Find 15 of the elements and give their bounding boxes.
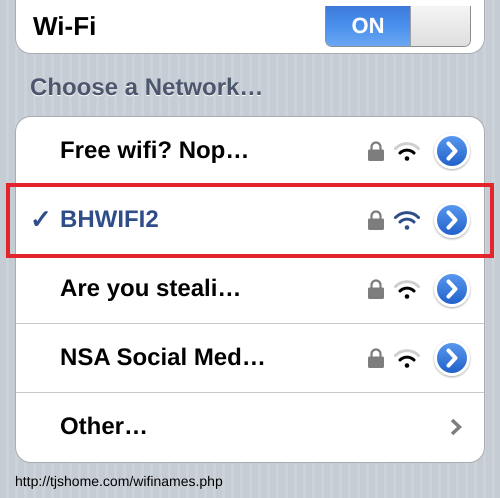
wifi-label: Wi-Fi (33, 10, 96, 43)
network-name: Free wifi? Nop… (60, 136, 250, 166)
network-name: NSA Social Med… (60, 342, 267, 373)
network-row[interactable]: Are you steali… (16, 254, 484, 324)
network-name: Other… (60, 412, 150, 442)
network-name: Are you steali… (60, 274, 242, 304)
section-header: Choose a Network… (29, 73, 264, 103)
network-row[interactable]: ✓ BHWIFI2 (9, 186, 491, 255)
network-name: BHWIFI2 (60, 204, 160, 235)
source-url: http://tjshome.com/wifinames.php (14, 472, 224, 491)
chevron-icon (450, 418, 462, 436)
network-row[interactable]: NSA Social Med… (16, 324, 484, 393)
checkmark: ✓ (30, 203, 53, 236)
network-row[interactable]: Other… (16, 392, 484, 462)
network-row[interactable]: Free wifi? Nop… (16, 116, 484, 186)
